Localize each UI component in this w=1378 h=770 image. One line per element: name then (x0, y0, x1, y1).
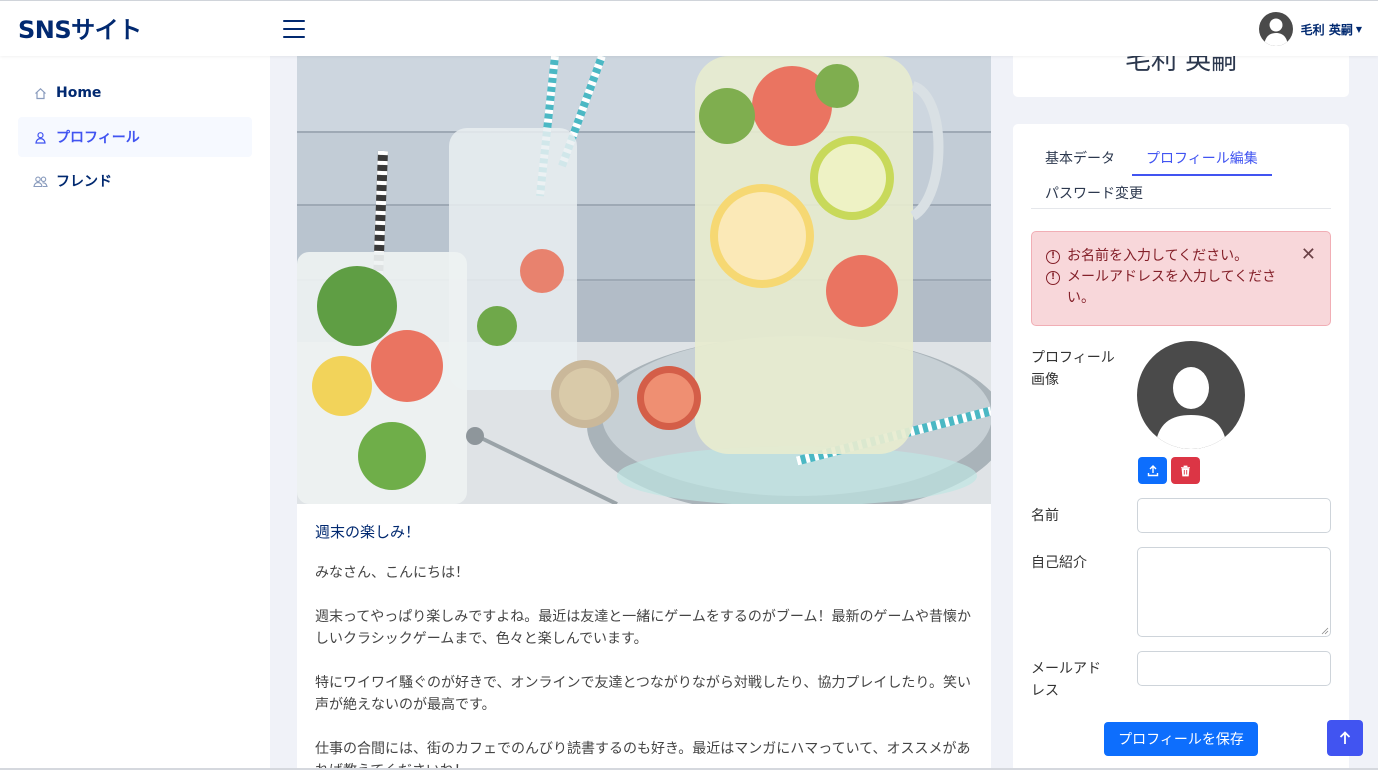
trash-icon (1181, 465, 1190, 476)
alert-message: お名前を入力してください。 (1067, 248, 1249, 264)
tab-profile-edit[interactable]: プロフィール編集 (1132, 142, 1272, 176)
sidebar-item-friends[interactable]: フレンド (18, 161, 252, 201)
post-title: 週末の楽しみ！ (315, 523, 421, 541)
delete-image-button[interactable] (1171, 457, 1200, 484)
profile-avatar (1137, 341, 1245, 449)
tab-basic-data[interactable]: 基本データ (1031, 142, 1129, 174)
post-image (297, 56, 991, 504)
post-card: 週末の楽しみ！ みなさん、こんにちは！ 週末ってやっぱり楽しみですよね。最近は友… (297, 56, 991, 770)
profile-name-card: 毛利 英嗣 (1013, 56, 1349, 97)
sidebar-item-label: フレンド (56, 174, 112, 190)
email-input[interactable] (1137, 651, 1331, 686)
arrow-up-icon (1339, 731, 1351, 744)
upload-image-button[interactable] (1138, 457, 1167, 484)
person-icon (32, 131, 48, 144)
email-label: メールアドレス (1031, 661, 1101, 699)
save-profile-button[interactable]: プロフィールを保存 (1104, 722, 1258, 756)
sidebar-item-home[interactable]: Home (18, 73, 252, 113)
site-logo[interactable]: SNSサイト (18, 10, 142, 45)
image-label: プロフィール画像 (1031, 350, 1115, 388)
name-label: 名前 (1031, 508, 1059, 524)
alert-line: ! お名前を入力してください。 (1046, 246, 1290, 267)
bio-label: 自己紹介 (1031, 555, 1087, 571)
sidebar: Home プロフィール フレンド (0, 56, 270, 770)
profile-edit-card: 基本データ プロフィール編集 パスワード変更 ! お名前を入力してください。 !… (1013, 124, 1349, 770)
bio-textarea[interactable] (1137, 547, 1331, 637)
exclamation-icon: ! (1046, 250, 1060, 264)
house-icon (32, 87, 48, 100)
sidebar-item-label: プロフィール (56, 130, 140, 146)
close-icon[interactable]: ✕ (1301, 246, 1316, 264)
alert-line: ! メールアドレスを入力してください。 (1046, 267, 1290, 309)
profile-tabs: 基本データ プロフィール編集 パスワード変更 (1031, 142, 1331, 209)
sidebar-item-profile[interactable]: プロフィール (18, 117, 252, 157)
upload-icon (1147, 464, 1158, 476)
exclamation-icon: ! (1046, 271, 1060, 285)
top-header: SNSサイト 毛利 英嗣 ▼ (0, 0, 1378, 56)
menu-toggle-icon[interactable] (283, 20, 305, 38)
post-body: みなさん、こんにちは！ 週末ってやっぱり楽しみですよね。最近は友達と一緒にゲーム… (315, 565, 972, 770)
alert-message: メールアドレスを入力してください。 (1067, 269, 1277, 306)
tab-password-change[interactable]: パスワード変更 (1031, 177, 1157, 209)
back-to-top-button[interactable] (1327, 720, 1363, 756)
user-avatar (1258, 12, 1293, 46)
name-input[interactable] (1137, 498, 1331, 533)
user-menu[interactable]: 毛利 英嗣 ▼ (1258, 12, 1362, 46)
profile-name: 毛利 英嗣 (1124, 56, 1238, 76)
resize-handle-icon[interactable] (1321, 627, 1329, 635)
sidebar-item-label: Home (56, 85, 102, 101)
user-name: 毛利 英嗣 (1300, 22, 1353, 37)
validation-alert: ! お名前を入力してください。 ! メールアドレスを入力してください。 ✕ (1031, 231, 1331, 326)
chevron-down-icon: ▼ (1355, 24, 1362, 34)
people-icon (32, 175, 48, 188)
